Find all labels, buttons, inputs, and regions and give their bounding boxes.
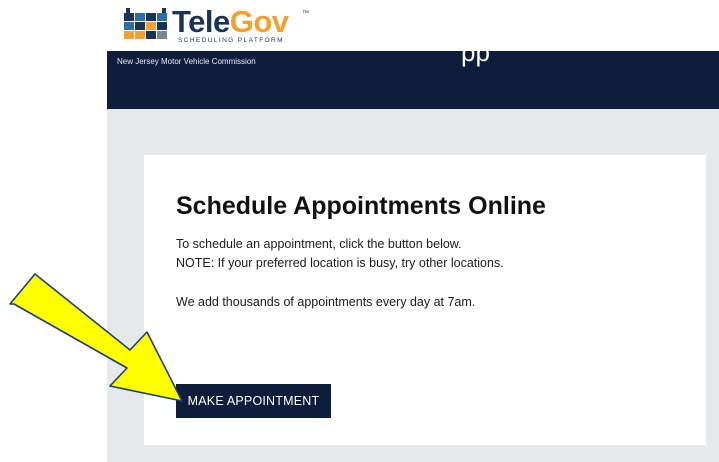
note-text: NOTE: If your preferred location is busy…	[176, 256, 504, 270]
logo-trademark: ™	[302, 10, 309, 17]
logo-word-tele: Tele	[172, 4, 230, 39]
site-header: New Jersey Motor Vehicle Commission pp	[107, 51, 719, 109]
page-title: Schedule Appointments Online	[176, 192, 546, 220]
telegov-logo[interactable]: TeleGov ™ SCHEDULING PLATFORM	[124, 4, 324, 46]
make-appointment-button[interactable]: MAKE APPOINTMENT	[176, 384, 331, 418]
logo-wordmark: TeleGov	[172, 4, 289, 40]
logo-tagline: SCHEDULING PLATFORM	[178, 37, 284, 44]
agency-name: New Jersey Motor Vehicle Commission	[117, 57, 256, 66]
instruction-text: To schedule an appointment, click the bu…	[176, 237, 462, 251]
content-area: Schedule Appointments Online To schedule…	[107, 109, 719, 462]
schedule-card: Schedule Appointments Online To schedule…	[144, 155, 706, 445]
logo-word-gov: Gov	[229, 4, 289, 39]
calendar-grid-icon	[124, 8, 167, 39]
header-title-fragment: pp	[461, 51, 490, 67]
availability-text: We add thousands of appointments every d…	[176, 295, 476, 309]
arrow-annotation-icon	[9, 273, 183, 402]
